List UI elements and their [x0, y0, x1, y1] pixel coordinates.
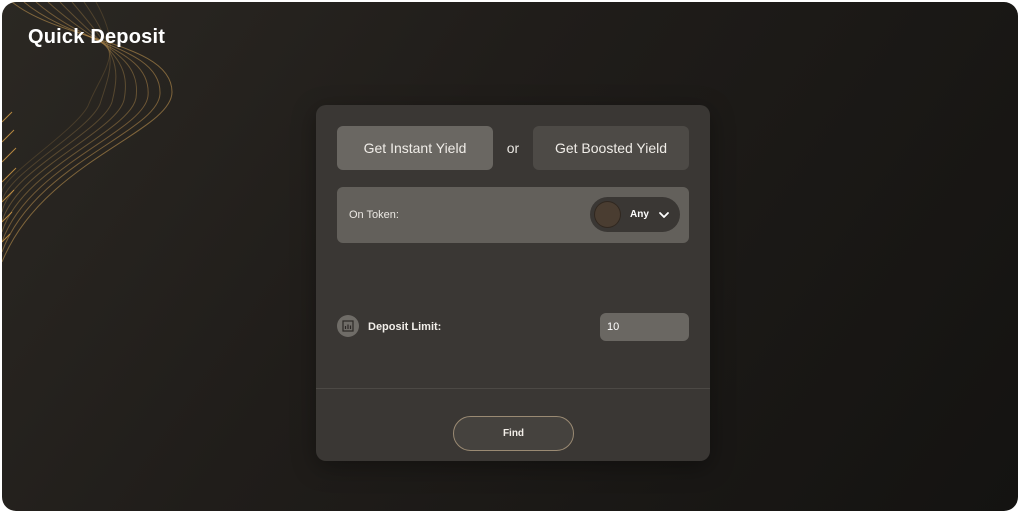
token-label: On Token: — [349, 209, 399, 221]
token-panel: On Token: Any — [337, 187, 689, 243]
yield-mode-selector: Get Instant Yield or Get Boosted Yield — [337, 126, 689, 170]
quick-deposit-card: Get Instant Yield or Get Boosted Yield O… — [316, 105, 710, 461]
token-dropdown[interactable]: Any — [590, 197, 680, 232]
page-title: Quick Deposit — [28, 26, 166, 48]
chart-icon — [337, 315, 359, 337]
deposit-limit-row: Deposit Limit: — [337, 313, 689, 341]
token-selected-value: Any — [630, 209, 649, 220]
card-divider — [316, 388, 710, 389]
get-instant-yield-button[interactable]: Get Instant Yield — [337, 126, 493, 170]
deposit-limit-label: Deposit Limit: — [368, 321, 442, 333]
find-button[interactable]: Find — [453, 416, 574, 451]
token-avatar — [594, 201, 621, 228]
deposit-limit-input[interactable] — [600, 313, 689, 341]
get-boosted-yield-button[interactable]: Get Boosted Yield — [533, 126, 689, 170]
app-window: Quick Deposit Get Instant Yield or Get B… — [2, 2, 1018, 511]
chevron-down-icon — [659, 212, 669, 218]
or-separator: or — [506, 140, 520, 156]
